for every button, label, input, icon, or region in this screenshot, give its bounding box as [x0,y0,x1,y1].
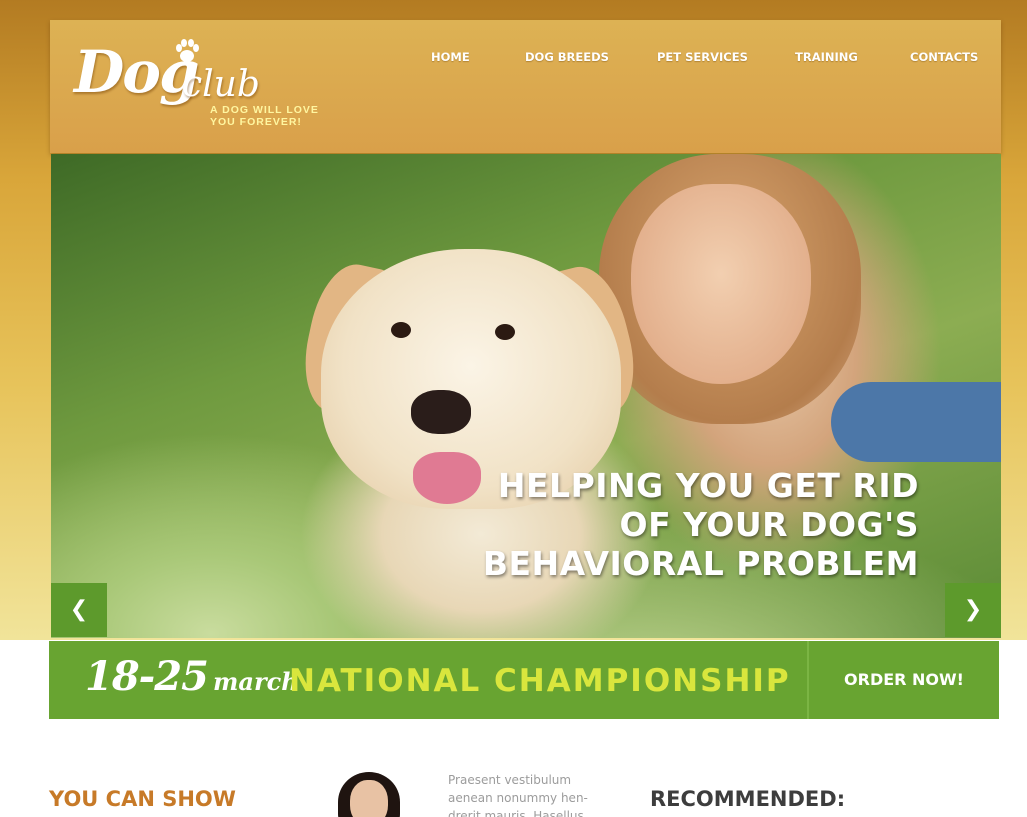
hero-caption-line-3: BEHAVIORAL PROBLEM [482,544,919,583]
dog-tongue-shape [413,452,481,504]
dog-right-eye-shape [495,324,515,340]
woman-face-shape [631,184,811,384]
site-header: Dog club A DOG WILL LOVE YOU FOREVER! HO… [50,20,1001,153]
championship-banner: 18-25 march NATIONAL CHAMPIONSHIP ORDER … [49,641,999,719]
main-nav: HOME DOG BREEDS PET SERVICES TRAINING CO… [50,50,1001,70]
logo-subword: club [182,64,260,105]
woman-shirt-shape [831,382,1001,462]
hero-caption: HELPING YOU GET RID OF YOUR DOG'S BEHAVI… [483,466,919,583]
slider-prev-button[interactable]: ❮ [51,583,107,637]
nav-training[interactable]: TRAINING [795,50,858,64]
hero-slider: HELPING YOU GET RID OF YOUR DOG'S BEHAVI… [51,154,1001,638]
event-title: NATIONAL CHAMPIONSHIP [289,663,791,699]
intro-text-line-3: drerit mauris. Hasellus [448,809,584,817]
hero-caption-line-1: HELPING YOU GET RID [497,466,919,505]
portrait-face-shape [350,780,388,817]
event-date-range: 18-25 [85,653,209,700]
chevron-left-icon: ❮ [69,597,89,622]
order-now-button[interactable]: ORDER NOW! [809,641,999,719]
event-date-month: march [213,667,299,696]
hero-caption-line-2: OF YOUR DOG'S [619,505,919,544]
dog-nose-shape [411,390,471,434]
tagline-line-2: YOU FOREVER! [210,116,302,128]
intro-text-line-1: Praesent vestibulum [448,773,572,787]
nav-home[interactable]: HOME [431,50,470,64]
event-date: 18-25 march [85,653,299,700]
you-can-show-heading: YOU CAN SHOW [49,787,236,811]
recommended-heading: RECOMMENDED: [650,787,846,811]
intro-text: Praesent vestibulum aenean nonummy hen- … [448,771,588,817]
portrait-image [300,770,430,817]
nav-contacts[interactable]: CONTACTS [910,50,978,64]
slider-next-button[interactable]: ❯ [945,583,1001,637]
nav-dog-breeds[interactable]: DOG BREEDS [525,50,609,64]
nav-pet-services[interactable]: PET SERVICES [657,50,748,64]
intro-text-line-2: aenean nonummy hen- [448,791,588,805]
chevron-right-icon: ❯ [963,597,983,622]
logo-tagline: A DOG WILL LOVE YOU FOREVER! [210,104,340,128]
tagline-line-1: A DOG WILL LOVE [210,104,319,116]
dog-left-eye-shape [391,322,411,338]
